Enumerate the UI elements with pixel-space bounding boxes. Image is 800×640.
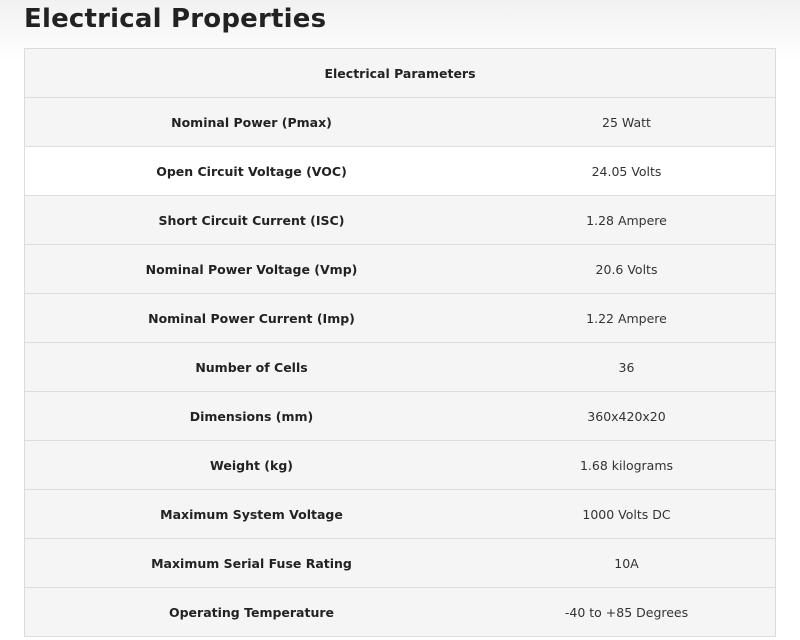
- table-row: Open Circuit Voltage (VOC) 24.05 Volts: [25, 146, 776, 196]
- parameter-name: Maximum System Voltage: [25, 489, 478, 539]
- parameter-value: 1.22 Ampere: [478, 293, 776, 343]
- parameter-name: Nominal Power (Pmax): [25, 97, 478, 147]
- parameter-name: Open Circuit Voltage (VOC): [25, 146, 478, 196]
- parameter-name: Maximum Serial Fuse Rating: [25, 538, 478, 588]
- table-row: Nominal Power Current (Imp) 1.22 Ampere: [25, 293, 776, 343]
- parameter-value: 36: [478, 342, 776, 392]
- table-row: Short Circuit Current (ISC) 1.28 Ampere: [25, 195, 776, 245]
- parameter-name: Weight (kg): [25, 440, 478, 490]
- page-title: Electrical Properties: [24, 4, 327, 34]
- parameter-value: 20.6 Volts: [478, 244, 776, 294]
- parameter-value: 1000 Volts DC: [478, 489, 776, 539]
- table-row: Nominal Power Voltage (Vmp) 20.6 Volts: [25, 244, 776, 294]
- table-header: Electrical Parameters: [25, 49, 776, 98]
- table-row: Operating Temperature -40 to +85 Degrees: [25, 587, 776, 637]
- parameter-value: 10A: [478, 538, 776, 588]
- parameter-name: Nominal Power Current (Imp): [25, 293, 478, 343]
- parameter-name: Dimensions (mm): [25, 391, 478, 441]
- page: Electrical Properties Electrical Paramet…: [0, 0, 800, 640]
- table-row: Nominal Power (Pmax) 25 Watt: [25, 97, 776, 147]
- table-row: Number of Cells 36: [25, 342, 776, 392]
- parameter-value: 24.05 Volts: [478, 146, 776, 196]
- table-header-row: Electrical Parameters: [25, 49, 776, 98]
- table-row: Maximum System Voltage 1000 Volts DC: [25, 489, 776, 539]
- parameter-value: 1.28 Ampere: [478, 195, 776, 245]
- parameter-name: Nominal Power Voltage (Vmp): [25, 244, 478, 294]
- table-row: Dimensions (mm) 360x420x20: [25, 391, 776, 441]
- table-row: Weight (kg) 1.68 kilograms: [25, 440, 776, 490]
- parameter-value: 25 Watt: [478, 97, 776, 147]
- electrical-parameters-table-wrapper: Electrical Parameters Nominal Power (Pma…: [24, 48, 776, 637]
- electrical-parameters-table: Electrical Parameters Nominal Power (Pma…: [25, 49, 776, 637]
- table-row: Maximum Serial Fuse Rating 10A: [25, 538, 776, 588]
- parameter-value: -40 to +85 Degrees: [478, 587, 776, 637]
- parameter-value: 1.68 kilograms: [478, 440, 776, 490]
- parameter-value: 360x420x20: [478, 391, 776, 441]
- parameter-name: Number of Cells: [25, 342, 478, 392]
- parameter-name: Short Circuit Current (ISC): [25, 195, 478, 245]
- parameter-name: Operating Temperature: [25, 587, 478, 637]
